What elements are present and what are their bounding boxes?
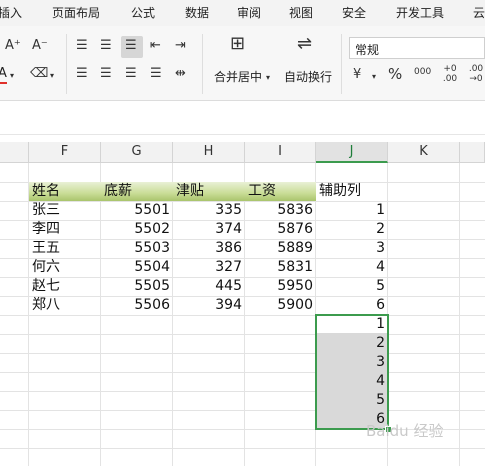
wrap-text-icon[interactable]: ⇌ bbox=[297, 35, 312, 53]
grid-line bbox=[0, 448, 485, 449]
align-bottom-icon[interactable]: ☰ bbox=[125, 38, 137, 54]
cell-name[interactable]: 王五 bbox=[29, 239, 101, 258]
column-header-i[interactable]: I bbox=[245, 142, 316, 163]
cell-helper[interactable]: 2 bbox=[316, 220, 388, 239]
cell-allowance[interactable]: 394 bbox=[173, 296, 245, 315]
cell-name[interactable]: 李四 bbox=[29, 220, 101, 239]
cell-base-pay[interactable]: 5506 bbox=[101, 296, 173, 315]
ribbon-separator bbox=[66, 34, 67, 94]
header-name[interactable]: 姓名 bbox=[29, 182, 101, 201]
cell-name[interactable]: 赵七 bbox=[29, 277, 101, 296]
grid-line bbox=[0, 410, 485, 411]
cell-salary[interactable]: 5831 bbox=[245, 258, 316, 277]
cell-base-pay[interactable]: 5502 bbox=[101, 220, 173, 239]
cell-helper[interactable]: 1 bbox=[316, 201, 388, 220]
cell-allowance[interactable]: 374 bbox=[173, 220, 245, 239]
grid-line bbox=[0, 334, 485, 335]
cell-helper[interactable]: 3 bbox=[316, 239, 388, 258]
column-header-next[interactable] bbox=[460, 142, 485, 163]
cell-helper[interactable]: 5 bbox=[316, 277, 388, 296]
corner-header[interactable] bbox=[0, 142, 29, 163]
tab-review[interactable]: 审阅 bbox=[237, 4, 261, 21]
indent-decrease-icon[interactable]: ⇤ bbox=[150, 38, 161, 54]
cell-salary[interactable]: 5900 bbox=[245, 296, 316, 315]
align-top-icon[interactable]: ☰ bbox=[76, 38, 88, 54]
spreadsheet-grid[interactable]: F G H I J K 姓名 底薪 津贴 工资 辅助列 张三 5501 335 … bbox=[0, 142, 485, 466]
tab-data[interactable]: 数据 bbox=[185, 4, 209, 21]
cell-salary[interactable]: 5889 bbox=[245, 239, 316, 258]
merge-center-button[interactable]: 合并居中 bbox=[214, 68, 262, 85]
chevron-down-icon[interactable]: ▾ bbox=[50, 68, 54, 84]
cell-base-pay[interactable]: 5504 bbox=[101, 258, 173, 277]
header-base-pay[interactable]: 底薪 bbox=[101, 182, 173, 201]
cell-base-pay[interactable]: 5501 bbox=[101, 201, 173, 220]
merge-center-icon[interactable]: ⊞ bbox=[230, 35, 245, 53]
tab-insert[interactable]: 插入 bbox=[0, 4, 22, 21]
align-center-icon[interactable]: ☰ bbox=[100, 66, 112, 82]
cell-salary[interactable]: 5950 bbox=[245, 277, 316, 296]
decrease-decimal-button[interactable]: .00 →0 bbox=[466, 64, 485, 84]
tab-view[interactable]: 视图 bbox=[289, 4, 313, 21]
column-header-h[interactable]: H bbox=[173, 142, 245, 163]
align-right-icon[interactable]: ☰ bbox=[125, 66, 137, 82]
header-allowance[interactable]: 津贴 bbox=[173, 182, 245, 201]
cell-allowance[interactable]: 335 bbox=[173, 201, 245, 220]
header-helper[interactable]: 辅助列 bbox=[316, 182, 388, 201]
cell-salary[interactable]: 5836 bbox=[245, 201, 316, 220]
font-decrease-icon[interactable]: A⁻ bbox=[32, 38, 48, 54]
percent-button[interactable]: % bbox=[388, 66, 402, 82]
currency-icon[interactable]: ¥ bbox=[353, 67, 361, 83]
cell-helper[interactable]: 6 bbox=[316, 296, 388, 315]
ribbon-tab-bar: 插入 页面布局 公式 数据 审阅 视图 安全 开发工具 云 bbox=[0, 0, 485, 26]
column-header-g[interactable]: G bbox=[101, 142, 173, 163]
eraser-icon[interactable]: ⌫ bbox=[30, 66, 48, 82]
chevron-down-icon[interactable]: ▾ bbox=[266, 70, 270, 86]
watermark: Baidu 经验 bbox=[366, 422, 444, 440]
cell-name[interactable]: 郑八 bbox=[29, 296, 101, 315]
number-format-value: 常规 bbox=[355, 43, 380, 57]
cell-base-pay[interactable]: 5503 bbox=[101, 239, 173, 258]
cell-allowance[interactable]: 445 bbox=[173, 277, 245, 296]
font-increase-icon[interactable]: A⁺ bbox=[5, 38, 21, 54]
chevron-down-icon[interactable]: ▾ bbox=[10, 68, 14, 84]
thousands-separator-button[interactable]: 000 bbox=[414, 64, 431, 80]
cell-allowance[interactable]: 386 bbox=[173, 239, 245, 258]
grid-line bbox=[0, 315, 485, 316]
tab-formulas[interactable]: 公式 bbox=[131, 4, 155, 21]
distribute-icon[interactable]: ⇹ bbox=[175, 66, 186, 82]
tab-developer[interactable]: 开发工具 bbox=[396, 4, 444, 21]
align-middle-icon[interactable]: ☰ bbox=[100, 38, 112, 54]
header-salary[interactable]: 工资 bbox=[245, 182, 316, 201]
font-color-icon[interactable]: A bbox=[0, 66, 7, 84]
formula-bar-area bbox=[0, 101, 485, 135]
cell-name[interactable]: 何六 bbox=[29, 258, 101, 277]
column-header-j[interactable]: J bbox=[316, 142, 388, 163]
increase-decimal-button[interactable]: +0 .00 bbox=[440, 64, 460, 84]
chevron-down-icon[interactable]: ▾ bbox=[372, 69, 376, 85]
grid-line bbox=[0, 353, 485, 354]
grid-line bbox=[0, 391, 485, 392]
tab-security[interactable]: 安全 bbox=[342, 4, 366, 21]
ribbon-toolbar: A⁺ A⁻ A ▾ ⌫ ▾ ☰ ☰ ☰ ⇤ ⇥ ☰ ☰ ☰ ☰ ⇹ ⊞ 合并居中… bbox=[0, 26, 485, 101]
selection-border bbox=[315, 314, 389, 430]
tab-page-layout[interactable]: 页面布局 bbox=[52, 4, 100, 21]
tab-cloud[interactable]: 云 bbox=[473, 4, 485, 21]
align-left-icon[interactable]: ☰ bbox=[76, 66, 88, 82]
cell-base-pay[interactable]: 5505 bbox=[101, 277, 173, 296]
indent-increase-icon[interactable]: ⇥ bbox=[175, 38, 186, 54]
cell-salary[interactable]: 5876 bbox=[245, 220, 316, 239]
number-format-select[interactable]: 常规 bbox=[349, 37, 485, 59]
wrap-text-button[interactable]: 自动换行 bbox=[284, 68, 332, 85]
column-header-f[interactable]: F bbox=[29, 142, 101, 163]
cell-helper[interactable]: 4 bbox=[316, 258, 388, 277]
cell-allowance[interactable]: 327 bbox=[173, 258, 245, 277]
ribbon-separator bbox=[341, 34, 342, 94]
ribbon-separator bbox=[202, 34, 203, 94]
justify-icon[interactable]: ☰ bbox=[150, 66, 162, 82]
cell-name[interactable]: 张三 bbox=[29, 201, 101, 220]
grid-line bbox=[0, 372, 485, 373]
column-header-k[interactable]: K bbox=[388, 142, 460, 163]
